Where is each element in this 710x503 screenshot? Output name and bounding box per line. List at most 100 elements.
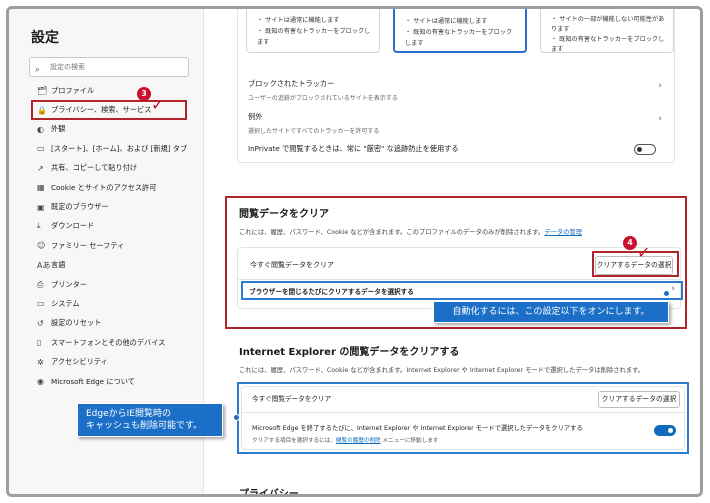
sidebar-item-appearance[interactable]: ◐ 外観 [9, 120, 204, 139]
sub-prefix: クリアする項目を選択するには、 [252, 438, 336, 444]
ie-clear-on-exit-toggle[interactable] [654, 425, 676, 436]
checkmark-icon: ✓ [637, 243, 651, 262]
row-subtitle: 選択したサイトですべてのトラッカーを許可する [248, 128, 380, 135]
search-placeholder: 設定の検索 [50, 63, 85, 71]
settings-main: ・ サイトは通常に機能します ・ 既知の有害なトラッカーをブロックします ・ サ… [205, 9, 700, 494]
level-feature: ・ サイトは通常に機能します [257, 17, 340, 24]
sidebar-item-label: ファミリー セーフティ [51, 240, 125, 250]
sidebar-item-accessibility[interactable]: ✲ アクセシビリティ [9, 352, 204, 371]
tracking-prevention-card: ・ サイトは通常に機能します ・ 既知の有害なトラッカーをブロックします ・ サ… [237, 9, 675, 163]
exceptions-row[interactable]: 例外 選択したサイトですべてのトラッカーを許可する › [248, 112, 664, 135]
callout-line: EdgeからIE閲覧時の [86, 409, 171, 419]
sidebar-item-label: 共有、コピーして貼り付け [51, 163, 138, 173]
sidebar-item-label: ダウンロード [51, 221, 95, 231]
callout-anchor-dot [233, 414, 240, 421]
level-feature: ・ サイトは通常に機能します [405, 18, 488, 25]
level-feature: ・ 既知の有害なトラッカーをブロックします [551, 36, 665, 53]
checkmark-icon: ✓ [151, 95, 165, 114]
sidebar-item-phone[interactable]: ▯ スマートフォンとその他のデバイス [9, 333, 204, 352]
sidebar-nav: 🗂 プロファイル 🔒 プライバシー、検索、サービス ◐ 外観 ▭ [スタート]、[ホーム… [9, 81, 204, 391]
profile-icon: 🗂 [37, 86, 48, 96]
callout-ie-cache: EdgeからIE閲覧時の キャッシュも削除可能です。 [77, 403, 223, 437]
manage-data-link[interactable]: データの管理 [544, 229, 582, 236]
sidebar-item-downloads[interactable]: ⤓ ダウンロード [9, 217, 204, 236]
clear-data-description: これには、履歴、パスワード、Cookie などが含まれます。このプロファイルのデ… [239, 227, 582, 236]
sidebar-item-profile[interactable]: 🗂 プロファイル [9, 81, 204, 100]
step-badge-4: 4 [623, 236, 637, 250]
palette-icon: ◐ [37, 124, 44, 134]
sidebar-item-label: アクセシビリティ [51, 357, 108, 367]
step-badge-3: 3 [137, 87, 151, 101]
sidebar-item-about[interactable]: ◉ Microsoft Edge について [9, 372, 204, 391]
row-title: InPrivate で閲覧するときは、常に "厳密" な追跡防止を使用する [248, 144, 459, 153]
sidebar-item-cookies[interactable]: ▦ Cookie とサイトのアクセス許可 [9, 178, 204, 197]
printer-icon: ⎙ [37, 279, 44, 289]
delete-history-link[interactable]: 閲覧の履歴の削除 [336, 438, 381, 444]
chevron-right-icon: › [658, 114, 662, 124]
row-title: 例外 [248, 112, 263, 121]
sidebar-item-label: 設定のリセット [51, 318, 102, 328]
home-tab-icon: ▭ [37, 144, 45, 154]
row-title: ブロックされたトラッカー [248, 79, 335, 88]
sidebar-item-label: プリンター [51, 279, 87, 289]
level-feature: ・ 既知の有害なトラッカーをブロックします [257, 28, 371, 46]
sidebar-item-start-home[interactable]: ▭ [スタート]、[ホーム]、および [新規] タブ [9, 139, 204, 158]
ie-clear-description: これには、履歴、パスワード、Cookie などが含まれます。Internet E… [239, 367, 645, 374]
sidebar-item-label: スマートフォンとその他のデバイス [51, 337, 166, 347]
callout-auto-clear: 自動化するには、この設定以下をオンにします。 [433, 301, 669, 323]
ie-clear-card: 今すぐ閲覧データをクリア クリアするデータの選択 Microsoft Edge … [241, 386, 685, 450]
settings-search-input[interactable]: ⌕ 設定の検索 [29, 57, 189, 77]
basic-level-card[interactable]: ・ サイトは通常に機能します ・ 既知の有害なトラッカーをブロックします [246, 9, 380, 53]
phone-icon: ▯ [37, 338, 42, 348]
toggle-knob [668, 428, 673, 433]
divider [242, 412, 684, 413]
sidebar-item-label: 言語 [51, 260, 66, 270]
ie-clear-on-exit-label: Microsoft Edge を終了するたびに、Internet Explore… [252, 425, 583, 432]
blocked-trackers-row[interactable]: ブロックされたトラッカー ユーザーの追跡がブロックされているサイトを表示する › [248, 79, 664, 102]
sidebar-item-languages[interactable]: Aあ 言語 [9, 256, 204, 275]
sidebar-item-label: 既定のブラウザー [51, 202, 109, 212]
sidebar-item-label: システム [51, 298, 80, 308]
reset-icon: ↺ [37, 318, 44, 328]
inprivate-strict-row: InPrivate で閲覧するときは、常に "厳密" な追跡防止を使用する [248, 144, 664, 155]
accessibility-icon: ✲ [37, 357, 44, 367]
level-feature: ・ 既知の有害なトラッカーをブロックします [405, 29, 513, 47]
clear-data-title: 閲覧データをクリア [239, 209, 329, 220]
system-icon: ▭ [37, 299, 45, 309]
toggle-knob [637, 147, 642, 152]
edge-logo-icon: ◉ [37, 377, 44, 387]
balanced-level-card[interactable]: ・ サイトは通常に機能します ・ 既知の有害なトラッカーをブロックします [393, 9, 527, 53]
sidebar-item-share[interactable]: ↗ 共有、コピーして貼り付け [9, 159, 204, 178]
clear-on-close-label: ブラウザーを閉じるたびにクリアするデータを選択する [249, 288, 414, 296]
description-text: これには、履歴、パスワード、Cookie などが含まれます。このプロファイルのデ… [239, 229, 545, 236]
strict-level-card[interactable]: ・ サイトの一部が機能しない可能性があります ・ 既知の有害なトラッカーをブロッ… [540, 9, 674, 53]
browser-icon: ▣ [37, 202, 45, 212]
chevron-right-icon: › [658, 81, 662, 91]
clear-now-label: 今すぐ閲覧データをクリア [250, 261, 334, 269]
sidebar-item-printers[interactable]: ⎙ プリンター [9, 275, 204, 294]
callout-line: キャッシュも削除可能です。 [86, 421, 203, 431]
lock-icon: 🔒 [37, 105, 47, 115]
ie-choose-data-button[interactable]: クリアするデータの選択 [598, 391, 680, 408]
language-icon: Aあ [37, 260, 51, 270]
share-icon: ↗ [37, 163, 44, 173]
sidebar-item-reset[interactable]: ↺ 設定のリセット [9, 314, 204, 333]
sidebar-item-label: 外観 [51, 124, 66, 134]
privacy-section-title: プライバシー [239, 489, 299, 497]
highlight-choose-button [592, 251, 679, 277]
row-subtitle: ユーザーの追跡がブロックされているサイトを表示する [248, 95, 398, 102]
sidebar-item-family[interactable]: ☺ ファミリー セーフティ [9, 236, 204, 255]
sidebar-item-label: [スタート]、[ホーム]、および [新規] タブ [51, 143, 188, 153]
cookie-icon: ▦ [37, 183, 45, 193]
sidebar-item-default-browser[interactable]: ▣ 既定のブラウザー [9, 197, 204, 216]
search-icon: ⌕ [35, 65, 41, 75]
ie-clear-now-label: 今すぐ閲覧データをクリア [252, 395, 332, 403]
clear-on-close-row[interactable]: ブラウザーを閉じるたびにクリアするデータを選択する › [241, 281, 683, 300]
inprivate-strict-toggle[interactable] [634, 144, 656, 155]
ie-clear-title: Internet Explorer の閲覧データをクリアする [239, 347, 460, 358]
sidebar-item-system[interactable]: ▭ システム [9, 294, 204, 313]
chevron-right-icon: › [671, 284, 675, 294]
sidebar-item-label: Microsoft Edge について [51, 376, 135, 386]
screenshot-frame: 設定 ⌕ 設定の検索 🗂 プロファイル 🔒 プライバシー、検索、サービス ◐ 外観 ▭… [6, 6, 703, 497]
sidebar-title: 設定 [31, 30, 59, 46]
